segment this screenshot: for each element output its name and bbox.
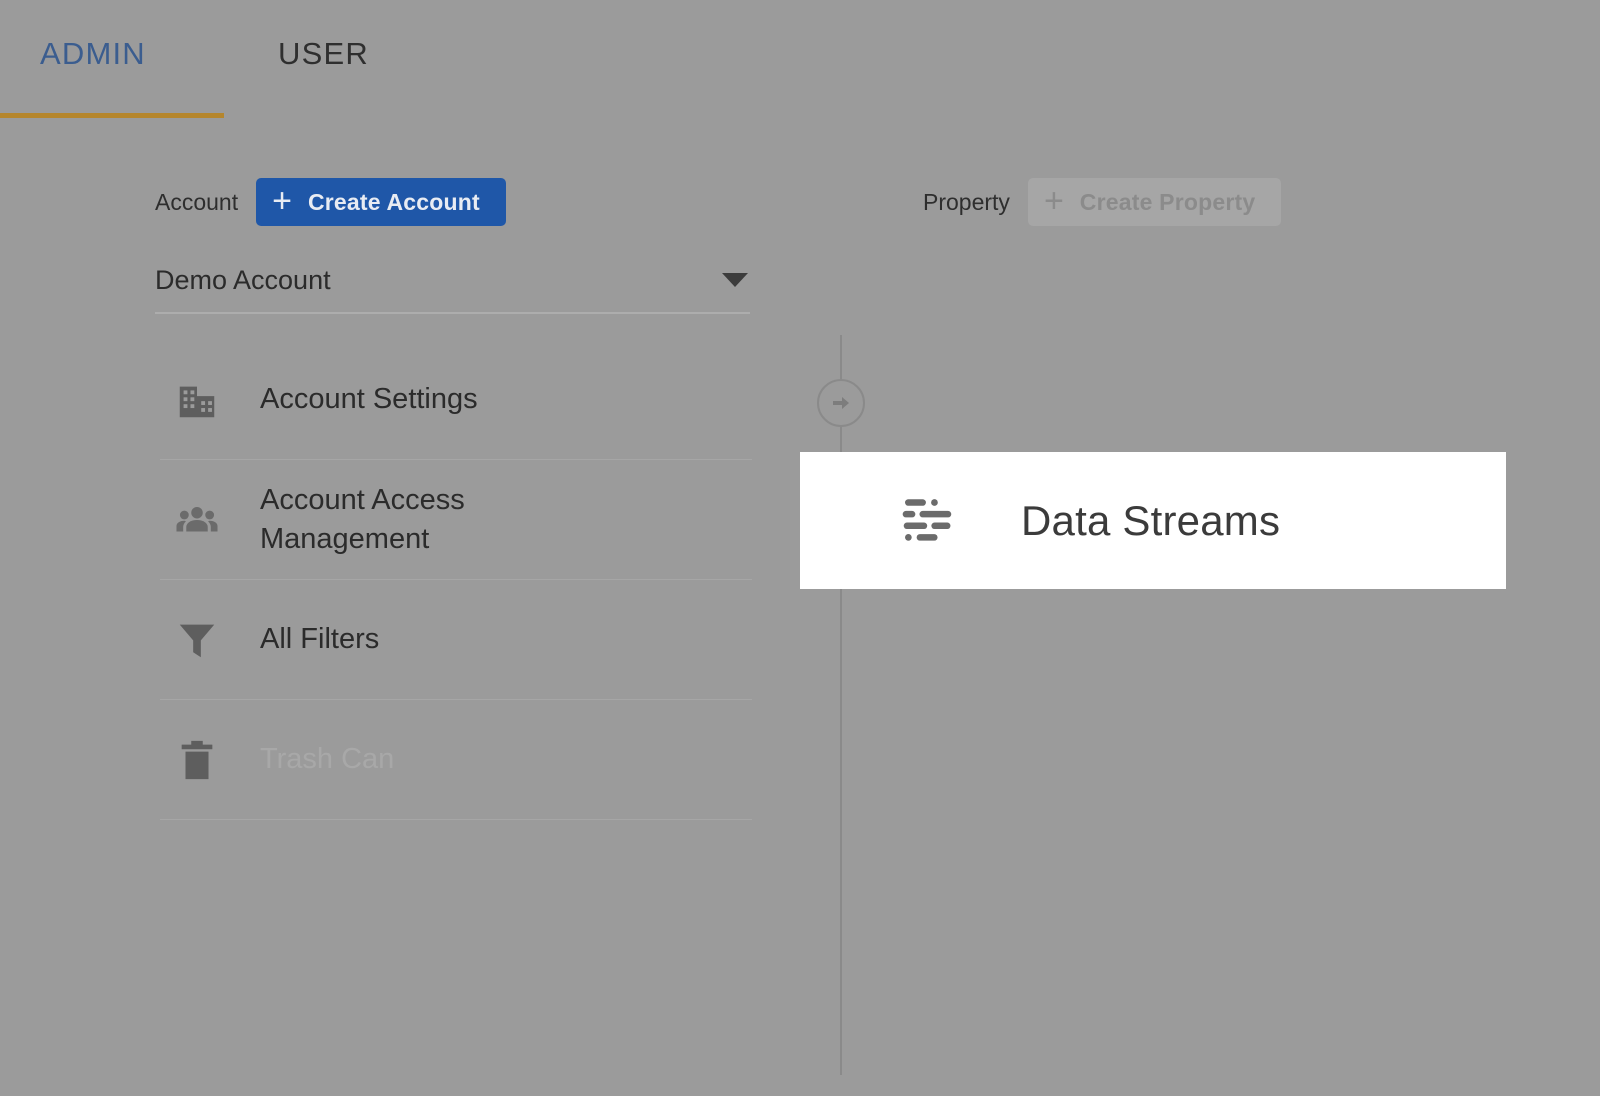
- tab-user[interactable]: USER: [278, 34, 369, 74]
- arrow-right-circle-icon: [817, 379, 865, 427]
- create-property-button[interactable]: + Create Property: [1027, 178, 1282, 226]
- account-menu: Account Settings Account Access Manageme…: [160, 340, 752, 820]
- menu-item-label: Account Settings: [260, 383, 478, 415]
- highlighted-item-label: Data Streams: [1021, 496, 1281, 544]
- menu-item-label: Account Access Management: [260, 483, 465, 555]
- create-account-label: Create Account: [307, 188, 480, 215]
- plus-icon: +: [272, 181, 292, 220]
- account-dropdown-value: Demo Account: [155, 264, 331, 295]
- active-tab-underline: [0, 113, 224, 118]
- data-streams-icon: [891, 490, 965, 552]
- create-property-label: Create Property: [1079, 188, 1256, 215]
- tab-admin[interactable]: ADMIN: [40, 34, 146, 74]
- top-tab-bar: ADMIN USER: [0, 0, 1600, 118]
- highlighted-menu-item-data-streams[interactable]: Data Streams: [800, 452, 1506, 589]
- menu-item-label: Trash Can: [260, 743, 395, 775]
- account-label: Account: [155, 188, 239, 215]
- chevron-down-icon: [722, 273, 748, 287]
- building-icon: [160, 377, 234, 423]
- property-label: Property: [923, 188, 1010, 215]
- create-account-button[interactable]: + Create Account: [256, 178, 506, 226]
- property-selector-header: Property + Create Property: [923, 178, 1282, 226]
- funnel-icon: [160, 617, 234, 663]
- people-group-icon: [160, 497, 234, 543]
- trash-icon: [160, 737, 234, 783]
- account-dropdown[interactable]: Demo Account: [155, 248, 750, 314]
- admin-screen: ADMIN USER Account + Create Account Demo…: [0, 0, 1600, 1096]
- menu-item-all-filters[interactable]: All Filters: [160, 580, 752, 700]
- menu-item-account-access-management[interactable]: Account Access Management: [160, 460, 752, 580]
- menu-item-trash-can[interactable]: Trash Can: [160, 700, 752, 820]
- plus-icon: +: [1043, 181, 1064, 220]
- menu-item-label: All Filters: [260, 623, 380, 655]
- column-connector-line: [840, 335, 842, 1075]
- account-selector-header: Account + Create Account: [155, 178, 506, 226]
- tab-admin-label: ADMIN: [40, 36, 146, 71]
- menu-item-account-settings[interactable]: Account Settings: [160, 340, 752, 460]
- tab-user-label: USER: [278, 36, 369, 71]
